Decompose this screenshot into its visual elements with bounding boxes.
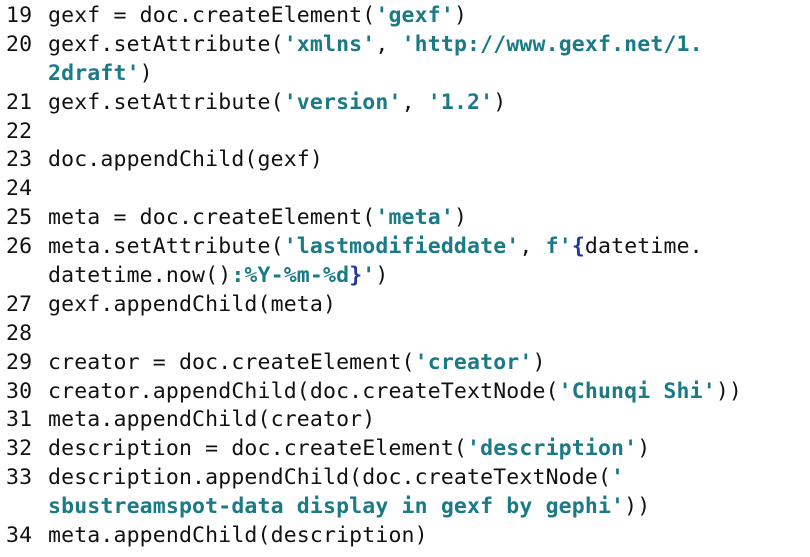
code-line: 22 bbox=[6, 118, 810, 147]
code-text: datetime.now():%Y-%m-%d}') bbox=[48, 263, 389, 288]
code-line: sbustreamspot-data display in gexf by ge… bbox=[6, 493, 810, 522]
code-token: , bbox=[375, 31, 402, 57]
code-token: description = doc.createElement( bbox=[48, 436, 468, 462]
code-text: meta.appendChild(creator) bbox=[48, 407, 375, 432]
code-token: ) bbox=[139, 60, 153, 86]
line-number: 25 bbox=[6, 205, 33, 231]
code-token: )) bbox=[624, 494, 651, 520]
code-token: ) bbox=[532, 349, 546, 375]
line-number: 27 bbox=[6, 291, 33, 317]
code-text: description.appendChild(doc.createTextNo… bbox=[48, 465, 624, 490]
code-line: datetime.now():%Y-%m-%d}') bbox=[6, 262, 810, 291]
code-line: 28 bbox=[6, 320, 810, 349]
code-line: 32 description = doc.createElement('descr… bbox=[6, 435, 810, 464]
code-token: ) bbox=[375, 263, 389, 289]
code-token: meta.appendChild(description) bbox=[48, 523, 428, 549]
code-token: gexf.setAttribute( bbox=[48, 89, 284, 115]
code-text: meta.appendChild(description) bbox=[48, 523, 428, 548]
line-number: 23 bbox=[6, 147, 33, 173]
code-text: description = doc.createElement('descrip… bbox=[48, 436, 650, 461]
code-token: ) bbox=[637, 436, 651, 462]
code-token: meta.appendChild(creator) bbox=[48, 407, 376, 433]
code-line: 29 creator = doc.createElement('creator') bbox=[6, 349, 810, 378]
line-number: 30 bbox=[6, 378, 33, 404]
line-number: 33 bbox=[6, 465, 33, 491]
code-text: creator = doc.createElement('creator') bbox=[48, 350, 546, 375]
line-number: 34 bbox=[6, 523, 33, 549]
code-text: gexf.setAttribute('version', '1.2') bbox=[48, 90, 506, 115]
code-line: 19 gexf = doc.createElement('gexf') bbox=[6, 2, 810, 31]
code-line: 31 meta.appendChild(creator) bbox=[6, 406, 810, 435]
string-literal: 'lastmodifieddate' bbox=[283, 234, 520, 260]
string-literal: 'version' bbox=[283, 89, 402, 115]
code-text: gexf = doc.createElement('gexf') bbox=[48, 3, 467, 28]
code-token: gexf.appendChild(meta) bbox=[48, 291, 337, 317]
string-literal: 'description' bbox=[467, 436, 638, 462]
code-token: datetime. bbox=[584, 234, 703, 260]
code-token: description.appendChild(doc.createTextNo… bbox=[48, 465, 612, 491]
code-text: meta.setAttribute('lastmodifieddate', f'… bbox=[48, 234, 703, 259]
code-line: 20 gexf.setAttribute('xmlns', 'http://www… bbox=[6, 31, 810, 60]
code-line: 27 gexf.appendChild(meta) bbox=[6, 291, 810, 320]
line-number: 22 bbox=[6, 118, 33, 144]
fstring-brace: { bbox=[571, 234, 585, 260]
code-text: gexf.setAttribute('xmlns', 'http://www.g… bbox=[48, 32, 703, 57]
code-text: doc.appendChild(gexf) bbox=[48, 147, 323, 172]
code-line: 2draft') bbox=[6, 60, 810, 89]
string-literal: 'http://www.gexf.net/1. bbox=[401, 31, 703, 57]
code-line: 34 meta.appendChild(description) bbox=[6, 522, 810, 551]
fstring-brace: } bbox=[349, 263, 363, 289]
string-literal: 'creator' bbox=[414, 349, 533, 375]
code-text: meta = doc.createElement('meta') bbox=[48, 205, 467, 230]
code-line: 23 doc.appendChild(gexf) bbox=[6, 146, 810, 175]
code-token: ) bbox=[453, 205, 468, 231]
code-line: 21 gexf.setAttribute('version', '1.2') bbox=[6, 89, 810, 118]
string-literal: ' bbox=[611, 465, 625, 491]
code-token: gexf = doc.createElement( bbox=[48, 3, 376, 28]
code-text: creator.appendChild(doc.createTextNode('… bbox=[48, 379, 742, 404]
string-literal: 'meta' bbox=[375, 205, 454, 231]
line-number: 32 bbox=[6, 436, 33, 462]
line-number: 19 bbox=[6, 3, 33, 28]
code-line: 24 bbox=[6, 175, 810, 204]
code-token: doc.appendChild(gexf) bbox=[48, 147, 323, 173]
code-token: creator = doc.createElement( bbox=[48, 349, 415, 375]
code-line: 26 meta.setAttribute('lastmodifieddate', … bbox=[6, 233, 810, 262]
code-text: sbustreamspot-data display in gexf by ge… bbox=[48, 494, 650, 519]
code-token: , bbox=[519, 234, 546, 260]
line-number: 26 bbox=[6, 234, 33, 260]
code-token: datetime.now() bbox=[48, 263, 232, 289]
string-literal: 2draft' bbox=[48, 60, 140, 86]
code-token: ) bbox=[493, 89, 507, 115]
string-literal: :%Y-%m-%d bbox=[231, 263, 350, 289]
string-literal: '1.2' bbox=[427, 89, 494, 115]
code-token: , bbox=[401, 89, 428, 115]
code-token: creator.appendChild(doc.createTextNode( bbox=[48, 378, 559, 404]
line-number: 29 bbox=[6, 349, 33, 375]
code-line: 30 creator.appendChild(doc.createTextNode… bbox=[6, 378, 810, 407]
code-token: ) bbox=[453, 3, 468, 28]
code-token: meta = doc.createElement( bbox=[48, 205, 376, 231]
line-number: 21 bbox=[6, 89, 33, 115]
code-text: gexf.appendChild(meta) bbox=[48, 292, 336, 317]
string-literal: ' bbox=[362, 263, 376, 289]
line-number: 31 bbox=[6, 407, 33, 433]
line-number: 24 bbox=[6, 176, 33, 202]
line-number: 20 bbox=[6, 31, 33, 57]
code-line: 25 meta = doc.createElement('meta') bbox=[6, 204, 810, 233]
code-token: gexf.setAttribute( bbox=[48, 31, 284, 57]
code-token: )) bbox=[715, 378, 743, 404]
string-literal: 'Chunqi Shi' bbox=[558, 378, 716, 404]
string-literal: 'gexf' bbox=[375, 3, 454, 28]
line-number: 28 bbox=[6, 320, 33, 346]
string-literal: f' bbox=[545, 234, 572, 260]
code-view[interactable]: 19 gexf = doc.createElement('gexf') 20 gexf… bbox=[0, 0, 810, 557]
code-line: 33 description.appendChild(doc.createText… bbox=[6, 464, 810, 493]
string-literal: sbustreamspot-data display in gexf by ge… bbox=[48, 494, 625, 520]
string-literal: 'xmlns' bbox=[283, 31, 376, 57]
code-token: meta.setAttribute( bbox=[48, 234, 284, 260]
code-text: 2draft') bbox=[48, 61, 153, 86]
